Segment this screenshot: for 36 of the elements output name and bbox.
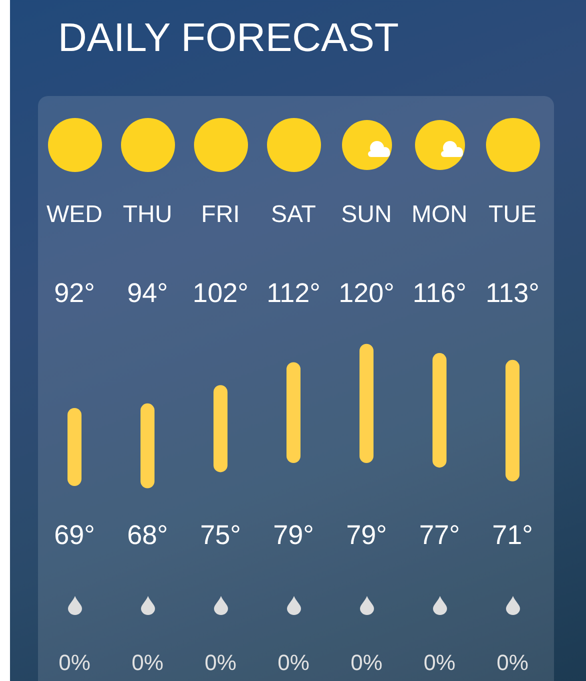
low-temperature: 71°: [492, 521, 533, 551]
day-label: THU: [122, 202, 172, 228]
low-temperature: 77°: [419, 521, 460, 551]
high-temperature: 113°: [486, 279, 540, 309]
low-temperature: 68°: [127, 521, 168, 551]
low-temperature: 79°: [346, 521, 387, 551]
high-temperature: 94°: [127, 279, 168, 309]
precipitation-chance: 0%: [58, 650, 90, 676]
raindrop-icon: [140, 595, 156, 615]
raindrop-icon: [504, 595, 520, 615]
day-label: TUE: [488, 202, 536, 228]
high-temperature: 112°: [266, 279, 320, 309]
raindrop-icon: [358, 595, 374, 615]
day-label: SUN: [341, 202, 392, 228]
raindrop-icon: [432, 595, 448, 615]
raindrop-icon: [212, 595, 228, 615]
high-temperature: 102°: [192, 279, 248, 309]
day-label: MON: [412, 202, 468, 228]
low-temperature: 69°: [54, 521, 95, 551]
precipitation-chance: 0%: [204, 650, 236, 676]
low-temperature: 75°: [200, 521, 241, 551]
high-temperature: 116°: [412, 279, 466, 309]
day-label: WED: [46, 202, 102, 228]
precipitation-chance: 0%: [424, 650, 456, 676]
precipitation-chance: 0%: [496, 650, 528, 676]
raindrop-icon: [66, 595, 82, 615]
precipitation-chance: 0%: [278, 650, 310, 676]
forecast-title: DAILY FORECAST: [57, 15, 400, 62]
precipitation-chance: 0%: [132, 650, 164, 676]
high-temperature: 92°: [54, 279, 95, 309]
low-temperature: 79°: [273, 521, 314, 551]
day-label: FRI: [201, 202, 240, 228]
raindrop-icon: [286, 595, 302, 615]
day-label: SAT: [271, 202, 316, 228]
precipitation-chance: 0%: [350, 650, 382, 676]
high-temperature: 120°: [338, 279, 394, 309]
